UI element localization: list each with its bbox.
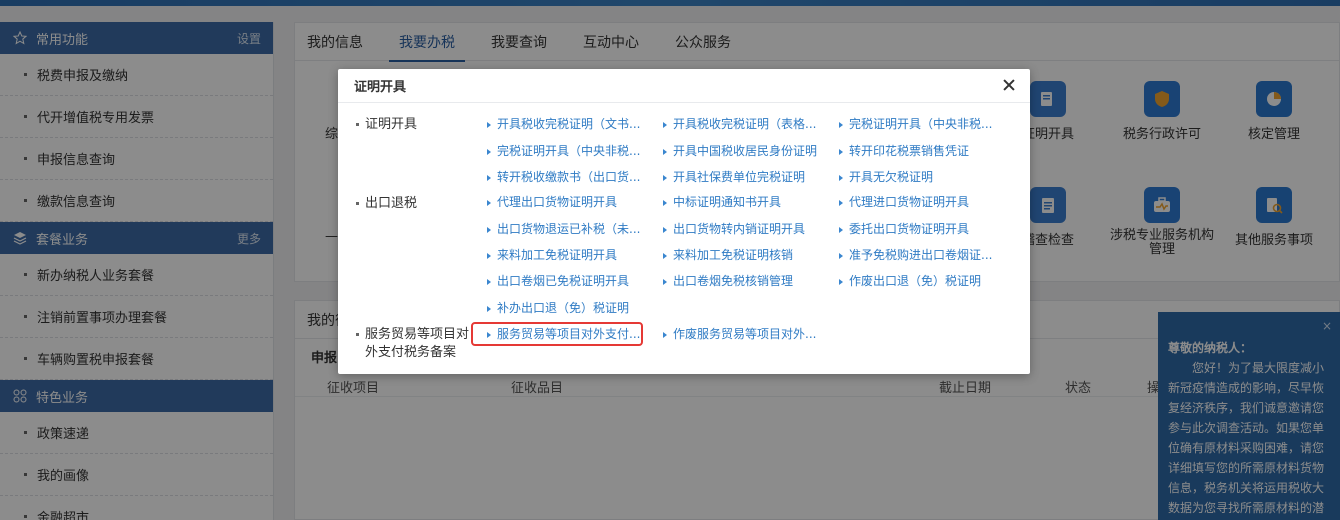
link-void-export-refund-cert[interactable]: 作废出口退（免）税证明 bbox=[839, 272, 981, 290]
caret-right-icon bbox=[487, 121, 491, 128]
link-cigarette-exempt-cert[interactable]: 出口卷烟已免税证明开具 bbox=[487, 272, 629, 290]
caret-right-icon bbox=[663, 199, 667, 206]
category-label: 出口退税 bbox=[365, 196, 418, 211]
link-processing-exempt-cancel[interactable]: 来料加工免税证明核销 bbox=[663, 246, 793, 264]
link-void-service-trade-payment[interactable]: 作废服务贸易等项目对外... bbox=[663, 325, 816, 343]
caret-right-icon bbox=[663, 174, 667, 181]
caret-right-icon bbox=[487, 278, 491, 285]
link-reissue-export-refund-cert[interactable]: 补办出口退（免）税证明 bbox=[487, 299, 629, 317]
caret-right-icon bbox=[487, 199, 491, 206]
caret-right-icon bbox=[839, 252, 843, 259]
link-tax-payment-book[interactable]: 转开税收缴款书（出口货... bbox=[487, 168, 640, 186]
caret-right-icon bbox=[663, 252, 667, 259]
caret-right-icon bbox=[839, 199, 843, 206]
link-tax-resident-cert[interactable]: 开具中国税收居民身份证明 bbox=[663, 142, 817, 160]
caret-right-icon bbox=[487, 226, 491, 233]
close-icon[interactable] bbox=[1002, 78, 1016, 92]
highlight-box bbox=[471, 322, 643, 346]
category-export-refund: 出口退税 bbox=[356, 195, 474, 213]
link-agent-export-cert[interactable]: 代理出口货物证明开具 bbox=[487, 193, 617, 211]
caret-right-icon bbox=[663, 278, 667, 285]
link-export-return-tax[interactable]: 出口货物退运已补税（未... bbox=[487, 220, 640, 238]
caret-right-icon bbox=[487, 305, 491, 312]
link-stamp-sales-voucher[interactable]: 转开印花税票销售凭证 bbox=[839, 142, 969, 160]
link-central-nontax-cert-1[interactable]: 完税证明开具（中央非税... bbox=[839, 115, 992, 133]
caret-right-icon bbox=[487, 174, 491, 181]
certificate-modal: 证明开具 证明开具 出口退税 服务贸易等项目对外支付税务备案 开具税收完税证明（… bbox=[338, 69, 1030, 374]
bullet-icon bbox=[356, 123, 359, 126]
caret-right-icon bbox=[487, 148, 491, 155]
link-cigarette-exempt-cancel[interactable]: 出口卷烟免税核销管理 bbox=[663, 272, 793, 290]
caret-right-icon bbox=[487, 252, 491, 259]
link-cigarette-purchase-cert[interactable]: 准予免税购进出口卷烟证... bbox=[839, 246, 992, 264]
category-certificate: 证明开具 bbox=[356, 116, 474, 134]
caret-right-icon bbox=[839, 174, 843, 181]
caret-right-icon bbox=[663, 331, 667, 338]
link-social-insurance-cert[interactable]: 开具社保费单位完税证明 bbox=[663, 168, 805, 186]
link-tax-cert-form[interactable]: 开具税收完税证明（表格... bbox=[663, 115, 816, 133]
link-bid-notice-cert[interactable]: 中标证明通知书开具 bbox=[663, 193, 781, 211]
caret-right-icon bbox=[663, 148, 667, 155]
caret-right-icon bbox=[663, 226, 667, 233]
link-tax-cert-doc[interactable]: 开具税收完税证明（文书... bbox=[487, 115, 640, 133]
link-central-nontax-cert-2[interactable]: 完税证明开具（中央非税... bbox=[487, 142, 640, 160]
modal-header: 证明开具 bbox=[338, 69, 1030, 103]
category-label: 证明开具 bbox=[365, 117, 418, 132]
caret-right-icon bbox=[839, 226, 843, 233]
link-export-domestic-cert[interactable]: 出口货物转内销证明开具 bbox=[663, 220, 805, 238]
link-no-arrears-cert[interactable]: 开具无欠税证明 bbox=[839, 168, 933, 186]
link-agent-import-cert[interactable]: 代理进口货物证明开具 bbox=[839, 193, 969, 211]
category-service-trade: 服务贸易等项目对外支付税务备案 bbox=[356, 326, 474, 362]
category-label: 服务贸易等项目对外支付税务备案 bbox=[365, 327, 470, 360]
modal-title: 证明开具 bbox=[354, 80, 407, 95]
caret-right-icon bbox=[839, 148, 843, 155]
link-entrusted-export-cert[interactable]: 委托出口货物证明开具 bbox=[839, 220, 969, 238]
caret-right-icon bbox=[839, 278, 843, 285]
caret-right-icon bbox=[839, 121, 843, 128]
bullet-icon bbox=[356, 202, 359, 205]
bullet-icon bbox=[356, 333, 359, 336]
link-processing-exempt-cert[interactable]: 来料加工免税证明开具 bbox=[487, 246, 617, 264]
caret-right-icon bbox=[663, 121, 667, 128]
